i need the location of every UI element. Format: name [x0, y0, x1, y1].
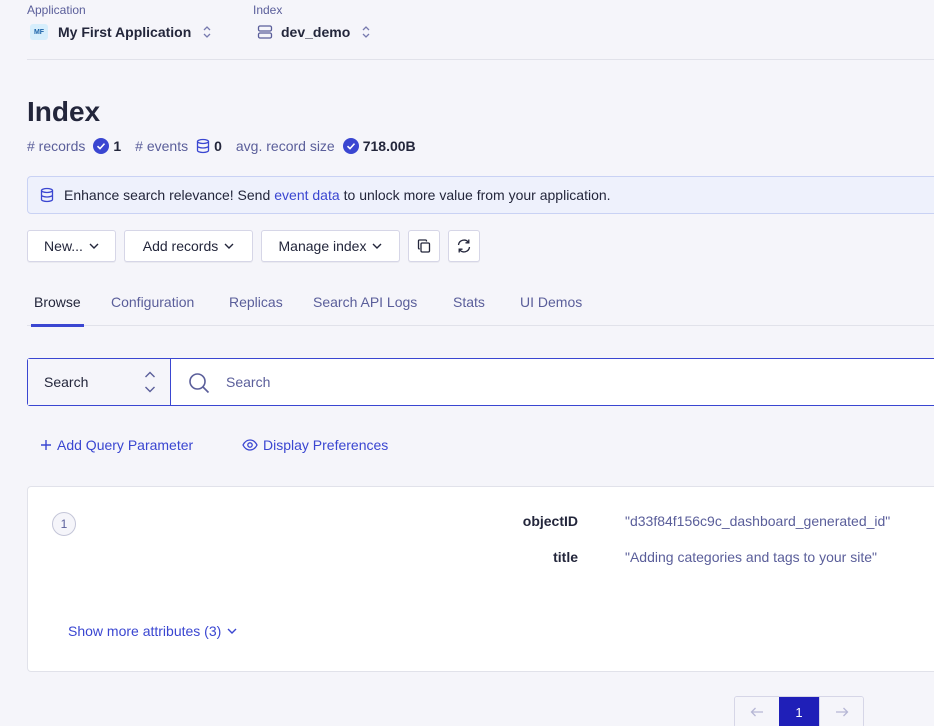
add-records-button[interactable]: Add records	[124, 230, 253, 262]
attribute-key: title	[553, 549, 578, 565]
plus-icon	[40, 439, 52, 451]
current-page[interactable]: 1	[779, 697, 819, 726]
app-initials-icon: MF	[30, 24, 48, 40]
check-circle-icon	[93, 138, 110, 154]
new-button[interactable]: New...	[27, 230, 116, 262]
search-mode-value: Search	[44, 374, 89, 390]
add-records-label: Add records	[142, 238, 219, 254]
database-icon	[196, 138, 210, 154]
pagination: 1	[734, 696, 864, 726]
page-title: Index	[27, 96, 101, 127]
add-query-parameter-link[interactable]: Add Query Parameter	[40, 437, 193, 453]
banner-text: Enhance search relevance! Send	[64, 187, 271, 203]
chevron-down-icon	[227, 628, 237, 634]
chevron-down-icon	[224, 243, 234, 249]
chevron-down-icon	[372, 243, 382, 249]
copy-icon	[416, 238, 432, 254]
index-stats: # records 1 # events 0 avg. record size …	[27, 137, 430, 155]
display-preferences-label: Display Preferences	[263, 437, 389, 453]
manage-index-label: Manage index	[278, 238, 367, 254]
index-name: dev_demo	[281, 24, 351, 40]
arrow-right-icon	[835, 707, 849, 717]
top-selector-bar: Application MF My First Application Inde…	[27, 0, 934, 60]
updown-chevron-icon	[203, 24, 211, 40]
prev-page-button[interactable]	[735, 697, 779, 726]
show-more-label: Show more attributes (3)	[68, 623, 222, 639]
display-preferences-link[interactable]: Display Preferences	[242, 437, 388, 453]
records-label: # records	[27, 138, 86, 154]
add-query-parameter-label: Add Query Parameter	[57, 437, 194, 453]
tab-stats[interactable]: Stats	[453, 294, 485, 326]
updown-chevron-icon	[144, 370, 156, 397]
search-mode-select[interactable]: Search	[28, 359, 171, 405]
refresh-icon	[456, 238, 472, 254]
search-input[interactable]	[226, 371, 826, 393]
search-bar: Search	[27, 358, 934, 406]
copy-button[interactable]	[408, 230, 440, 262]
new-button-label: New...	[44, 238, 83, 254]
attribute-value: "d33f84f156c9c_dashboard_generated_id"	[625, 513, 891, 529]
arrow-left-icon	[750, 707, 764, 717]
info-banner: Enhance search relevance! Send event dat…	[27, 176, 934, 214]
result-card: 1 objectID "d33f84f156c9c_dashboard_gene…	[27, 486, 934, 672]
server-icon	[257, 24, 273, 40]
records-value: 1	[113, 138, 122, 154]
result-index-badge: 1	[52, 512, 76, 536]
tab-search-api-logs[interactable]: Search API Logs	[313, 294, 417, 326]
events-label: # events	[135, 138, 189, 154]
size-label: avg. record size	[235, 138, 335, 154]
application-name: My First Application	[58, 24, 192, 40]
show-more-attributes-button[interactable]: Show more attributes (3)	[68, 623, 237, 639]
tab-ui-demos[interactable]: UI Demos	[520, 294, 582, 326]
updown-chevron-icon	[362, 24, 370, 40]
index-label: Index	[253, 3, 283, 17]
database-icon	[40, 187, 54, 203]
chevron-down-icon	[89, 243, 99, 249]
banner-text-tail: to unlock more value from your applicati…	[343, 187, 611, 203]
attribute-value: "Adding categories and tags to your site…	[625, 549, 877, 565]
next-page-button[interactable]	[819, 697, 863, 726]
application-label: Application	[27, 3, 86, 17]
search-icon	[188, 372, 210, 399]
tab-browse[interactable]: Browse	[31, 294, 84, 327]
refresh-button[interactable]	[448, 230, 480, 262]
events-value: 0	[214, 138, 222, 154]
check-circle-icon	[342, 138, 359, 154]
index-tabs: Browse Configuration Replicas Search API…	[27, 290, 934, 327]
manage-index-button[interactable]: Manage index	[261, 230, 400, 262]
eye-icon	[242, 439, 258, 451]
size-value: 718.00B	[362, 138, 416, 154]
event-data-link[interactable]: event data	[274, 187, 339, 203]
attribute-key: objectID	[522, 513, 578, 529]
tab-configuration[interactable]: Configuration	[111, 294, 194, 326]
tab-replicas[interactable]: Replicas	[229, 294, 283, 326]
